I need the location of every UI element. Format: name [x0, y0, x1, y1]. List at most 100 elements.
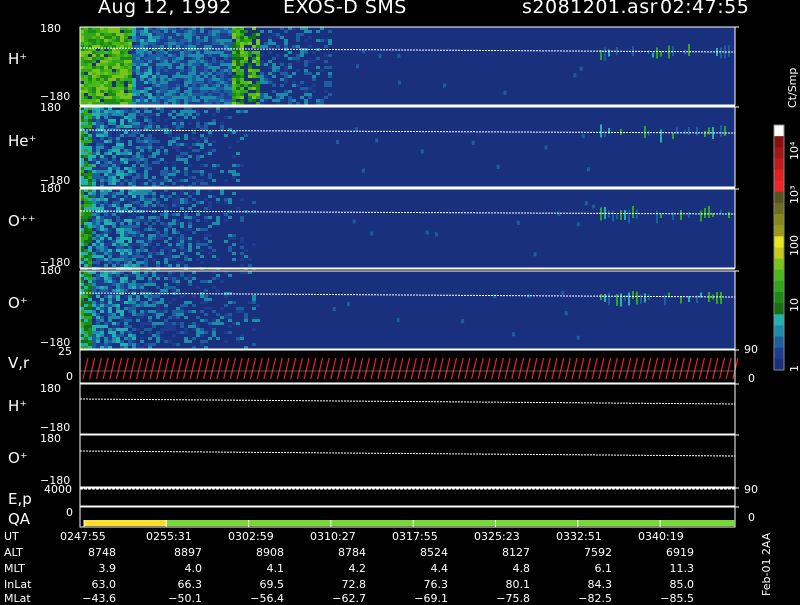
panel-label-h-plus-line: H⁺ [8, 397, 28, 415]
h-plus-line-top-tick: 180 [40, 382, 61, 395]
he-plus-top-tick: 180 [40, 101, 61, 114]
colorbar-tick-10: 10 [788, 298, 800, 312]
orbit-value-mlat-7: −85.5 [660, 592, 694, 605]
orbit-value-mlat-4: −69.1 [414, 592, 448, 605]
orbit-value-mlat-0: −43.6 [82, 592, 116, 605]
colorbar-cell-14 [774, 280, 784, 293]
frame-h-plus-line [79, 383, 736, 435]
qa-left-tick: 0 [66, 506, 73, 519]
colorbar-cell-19 [774, 336, 784, 349]
colorbar-tick-10e4: 10⁴ [788, 141, 800, 160]
orbit-value-alt-3: 8784 [338, 546, 366, 559]
orbit-value-alt-5: 8127 [502, 546, 530, 559]
orbit-value-mlt-7: 11.3 [669, 562, 695, 575]
panel-label-ep: E,p [8, 490, 32, 508]
colorbar-cell-15 [774, 292, 784, 304]
colorbar-cell-0 [774, 125, 784, 137]
o-plus-line-top-tick: 180 [40, 432, 61, 445]
o-plus-top-tick: 180 [40, 264, 61, 277]
colorbar-tick-1: 1 [788, 365, 800, 372]
plot-canvas [79, 26, 785, 528]
orbit-value-inlat-5: 80.1 [505, 578, 531, 591]
orbit-value-ut-2: 0302:59 [228, 530, 274, 543]
ep-left-top: 4000 [44, 483, 72, 496]
orbit-value-alt-6: 7592 [584, 546, 612, 559]
orbit-value-inlat-2: 69.5 [259, 578, 285, 591]
h-plus-top-tick: 180 [40, 22, 61, 35]
colorbar-cell-18 [774, 325, 784, 338]
colorbar-cell-21 [774, 358, 784, 371]
colorbar-cell-2 [774, 147, 784, 159]
orbit-value-ut-0: 0247:55 [60, 530, 106, 543]
orbit-value-alt-2: 8908 [256, 546, 284, 559]
colorbar-cell-8 [774, 214, 784, 226]
colorbar-cell-20 [774, 347, 784, 360]
orbit-label-alt: ALT [4, 546, 23, 559]
orbit-value-mlat-5: −75.8 [496, 592, 530, 605]
orbit-label-inlat: InLat [4, 578, 32, 591]
orbit-value-inlat-6: 84.3 [587, 578, 613, 591]
footer-note: Feb-01 2AA [760, 532, 773, 596]
o-plus-line-trace [79, 450, 736, 457]
orbit-value-ut-6: 0332:51 [556, 530, 602, 543]
qa-segment-1 [166, 520, 736, 526]
panel-label-o-pp: O⁺⁺ [8, 212, 36, 230]
colorbar-cell-9 [774, 225, 784, 237]
title-instrument: EXOS-D SMS [283, 0, 407, 18]
vr-right-top: 90 [744, 343, 758, 356]
orbit-value-inlat-3: 72.8 [341, 578, 367, 591]
colorbar-cell-13 [774, 269, 784, 282]
orbit-value-ut-7: 0340:19 [638, 530, 684, 543]
panel-label-vr: V,r [8, 354, 30, 372]
colorbar-tick-100: 100 [788, 235, 800, 256]
colorbar-cell-5 [774, 180, 784, 193]
panel-label-qa: QA [8, 510, 31, 528]
orbit-value-mlt-2: 4.1 [266, 562, 285, 575]
colorbar-cell-12 [774, 258, 784, 271]
title-date: Aug 12, 1992 [98, 0, 232, 18]
colorbar-cell-10 [774, 236, 784, 248]
colorbar-tick-10e3: 10³ [788, 185, 800, 204]
orbit-label-mlt: MLT [4, 562, 25, 575]
colorbar-cell-6 [774, 191, 784, 204]
orbit-value-alt-4: 8524 [420, 546, 448, 559]
colorbar-cell-17 [774, 314, 784, 326]
orbit-label-ut: UT [4, 530, 19, 543]
orbit-value-mlt-3: 4.2 [348, 562, 367, 575]
frame-ep [79, 487, 736, 507]
ep-right-top: 90 [744, 483, 758, 496]
orbit-value-inlat-4: 76.3 [423, 578, 449, 591]
colorbar-cell-4 [774, 169, 784, 182]
orbit-value-mlat-6: −82.5 [578, 592, 612, 605]
orbit-value-ut-3: 0310:27 [310, 530, 356, 543]
orbit-value-alt-1: 8897 [174, 546, 202, 559]
panel-label-o-plus-line: O⁺ [8, 449, 28, 467]
orbit-value-inlat-7: 85.0 [669, 578, 695, 591]
panel-label-he-plus: He⁺ [8, 132, 37, 150]
o-pp-top-tick: 180 [40, 182, 61, 195]
orbit-value-inlat-0: 63.0 [91, 578, 117, 591]
orbit-value-mlat-3: −62.7 [332, 592, 366, 605]
colorbar-cell-7 [774, 202, 784, 215]
colorbar-cell-3 [774, 158, 784, 171]
colorbar-cell-1 [774, 136, 784, 148]
orbit-value-mlt-4: 4.4 [430, 562, 449, 575]
orbit-value-mlt-6: 6.1 [594, 562, 613, 575]
vr-left-top: 25 [58, 345, 72, 358]
orbit-value-ut-5: 0325:23 [474, 530, 520, 543]
orbit-value-mlat-2: −56.4 [250, 592, 284, 605]
orbit-value-inlat-1: 66.3 [177, 578, 203, 591]
orbit-value-ut-4: 0317:55 [392, 530, 438, 543]
orbit-value-alt-7: 6919 [666, 546, 694, 559]
orbit-value-ut-1: 0255:31 [146, 530, 192, 543]
panel-label-h-plus: H⁺ [8, 50, 28, 68]
orbit-value-mlt-1: 4.0 [184, 562, 203, 575]
orbit-value-alt-0: 8748 [88, 546, 116, 559]
panel-label-o-plus: O⁺ [8, 294, 28, 312]
colorbar-cell-16 [774, 303, 784, 315]
orbit-value-mlt-5: 4.8 [512, 562, 531, 575]
colorbar-unit: Ct/Smp [786, 67, 799, 108]
colorbar-cell-11 [774, 247, 784, 260]
orbit-label-mlat: MLat [4, 592, 31, 605]
h-plus-line-trace [79, 398, 736, 405]
